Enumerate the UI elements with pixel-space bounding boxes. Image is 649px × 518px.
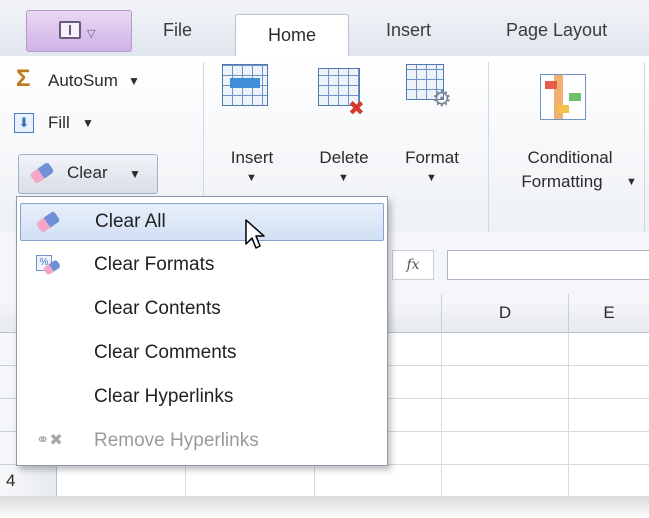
clear-formats-icon: %: [36, 255, 62, 276]
menu-item-label: Clear Comments: [94, 342, 237, 363]
sigma-icon: Σ: [16, 65, 31, 92]
chevron-down-icon: ▼: [338, 172, 349, 184]
row-header-4[interactable]: 4: [0, 465, 57, 498]
menu-item-clear-comments[interactable]: Clear Comments: [20, 335, 382, 371]
chevron-down-icon: ▼: [626, 176, 637, 188]
insert-arrow-icon: [230, 78, 260, 88]
column-header-e[interactable]: E: [569, 294, 649, 333]
application-menu-button[interactable]: ▽: [26, 10, 132, 52]
eraser-icon: [35, 210, 61, 234]
autosum-button[interactable]: Σ AutoSum ▼: [12, 65, 192, 96]
tab-home-label: Home: [267, 25, 316, 45]
chevron-down-icon: ▼: [129, 167, 141, 181]
format-cells-button[interactable]: ⚙ Format ▼: [392, 60, 472, 190]
ribbon-tab-strip: ▽ File Home Insert Page Layout: [0, 0, 649, 59]
insert-label: Insert: [230, 148, 274, 167]
eraser-icon: [29, 161, 55, 185]
menu-item-clear-hyperlinks[interactable]: Clear Hyperlinks: [20, 379, 382, 415]
menu-item-label: Clear Contents: [94, 298, 221, 319]
column-header-d[interactable]: D: [442, 294, 569, 333]
conditional-label-line1: Conditional: [527, 148, 613, 167]
formula-input[interactable]: [447, 250, 649, 280]
conditional-formatting-icon: [540, 74, 586, 120]
app-document-icon: [59, 21, 81, 39]
chevron-down-icon: ▼: [426, 172, 437, 184]
menu-item-label: Clear Hyperlinks: [94, 386, 234, 407]
menu-item-remove-hyperlinks[interactable]: ⚭✖ Remove Hyperlinks: [20, 423, 382, 459]
delete-x-icon: ✖: [348, 98, 365, 120]
fill-down-icon: ⬇: [14, 113, 34, 133]
insert-cells-button[interactable]: Insert ▼: [212, 60, 292, 190]
menu-item-clear-contents[interactable]: Clear Contents: [20, 291, 382, 327]
remove-hyperlink-icon: ⚭✖: [36, 432, 63, 449]
fill-label: Fill: [48, 113, 70, 132]
delete-cells-button[interactable]: ✖ Delete ▼: [304, 60, 384, 190]
menu-item-label: Remove Hyperlinks: [94, 430, 259, 451]
chevron-down-icon: ▼: [246, 172, 257, 184]
clear-button[interactable]: Clear ▼: [18, 154, 158, 194]
clear-label: Clear: [67, 163, 108, 182]
group-separator: [488, 62, 489, 232]
tab-file[interactable]: File: [163, 20, 192, 41]
menu-item-label: Clear All: [95, 211, 166, 232]
menu-item-clear-all[interactable]: Clear All: [20, 203, 384, 241]
group-separator: [644, 62, 645, 232]
tab-page-layout[interactable]: Page Layout: [506, 20, 607, 41]
window-shadow: [0, 496, 649, 518]
grid-line: [441, 332, 442, 502]
mouse-pointer-icon: [245, 219, 265, 249]
chevron-down-icon: ▽: [87, 28, 96, 40]
menu-item-clear-formats[interactable]: % Clear Formats: [20, 247, 382, 283]
tab-insert[interactable]: Insert: [386, 20, 431, 41]
grid-line: [568, 332, 569, 502]
gear-icon: ⚙: [432, 86, 452, 111]
chevron-down-icon: ▼: [128, 74, 140, 88]
autosum-label: AutoSum: [48, 71, 118, 90]
delete-label: Delete: [319, 148, 369, 167]
tab-home[interactable]: Home: [235, 14, 349, 59]
fill-button[interactable]: ⬇ Fill ▼: [12, 108, 132, 138]
insert-function-button[interactable]: fx: [392, 250, 434, 280]
conditional-label-line2: Formatting: [521, 172, 603, 191]
format-label: Format: [405, 148, 459, 167]
conditional-formatting-button[interactable]: Conditional Formatting ▼: [496, 60, 644, 191]
clear-dropdown-menu: Clear All % Clear Formats Clear Contents…: [16, 196, 388, 466]
menu-item-label: Clear Formats: [94, 254, 215, 275]
spreadsheet-window: ▽ File Home Insert Page Layout Σ AutoSum…: [0, 0, 649, 502]
chevron-down-icon: ▼: [82, 116, 94, 130]
